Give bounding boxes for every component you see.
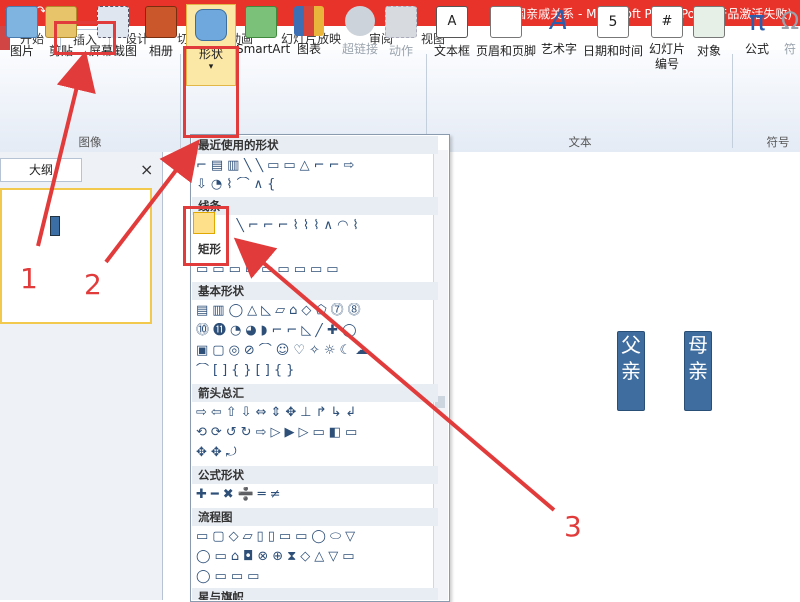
arrow-3 bbox=[233, 237, 556, 512]
step-number-2: 2 bbox=[84, 268, 102, 301]
arrow-1 bbox=[36, 50, 96, 247]
step-number-1: 1 bbox=[20, 262, 38, 295]
arrow-2 bbox=[104, 139, 200, 264]
annotation-arrows bbox=[36, 50, 556, 512]
step-number-3: 3 bbox=[564, 510, 582, 543]
